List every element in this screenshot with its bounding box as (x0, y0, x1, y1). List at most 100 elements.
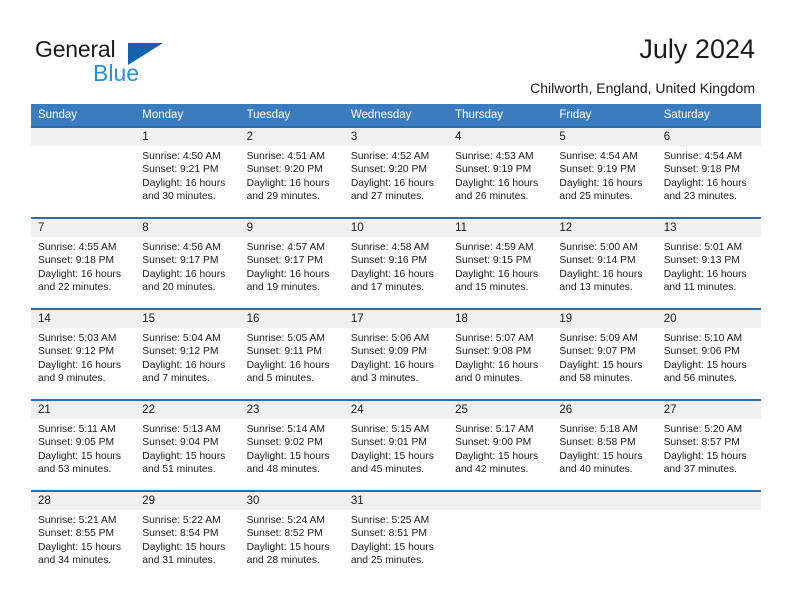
sunrise-text: Sunrise: 4:52 AM (350, 151, 430, 162)
daylight-text-line1: Daylight: 16 hours (246, 177, 330, 189)
daylight-text-line2: and 53 minutes. (38, 464, 112, 476)
day-cell[interactable]: 21 Sunrise: 5:11 AM Sunset: 9:05 PM Dayl… (31, 400, 136, 491)
day-cell[interactable]: 9 Sunrise: 4:57 AM Sunset: 9:17 PM Dayli… (239, 218, 344, 309)
day-cell[interactable]: 5 Sunrise: 4:54 AM Sunset: 9:19 PM Dayli… (552, 127, 657, 218)
day-cell[interactable]: 30 Sunrise: 5:24 AM Sunset: 8:52 PM Dayl… (239, 491, 344, 581)
day-cell[interactable]: 18 Sunrise: 5:07 AM Sunset: 9:08 PM Dayl… (448, 309, 553, 400)
day-details: Sunrise: 5:21 AM Sunset: 8:55 PM Dayligh… (31, 510, 135, 568)
day-cell[interactable]: 27 Sunrise: 5:20 AM Sunset: 8:57 PM Dayl… (656, 400, 761, 491)
sunset-text: Sunset: 8:54 PM (142, 528, 219, 540)
day-number: 26 (552, 401, 657, 419)
sunset-text: Sunset: 9:20 PM (246, 164, 323, 176)
day-details: Sunrise: 4:56 AM Sunset: 9:17 PM Dayligh… (135, 237, 239, 295)
day-number: 13 (656, 219, 761, 237)
day-details: Sunrise: 5:14 AM Sunset: 9:02 PM Dayligh… (240, 419, 344, 477)
sunrise-text: Sunrise: 5:22 AM (142, 515, 221, 526)
sunrise-text: Sunrise: 4:53 AM (455, 151, 534, 162)
daylight-text-line1: Daylight: 16 hours (455, 177, 539, 189)
day-number: 10 (343, 219, 449, 237)
day-details: Sunrise: 5:09 AM Sunset: 9:07 PM Dayligh… (552, 328, 656, 386)
weekday-header-row: Sunday Monday Tuesday Wednesday Thursday… (31, 104, 761, 127)
daylight-text-line2: and 29 minutes. (246, 191, 320, 203)
daylight-text-line1: Daylight: 16 hours (246, 268, 330, 280)
day-details: Sunrise: 5:00 AM Sunset: 9:14 PM Dayligh… (552, 237, 656, 295)
week-row: 14 Sunrise: 5:03 AM Sunset: 9:12 PM Dayl… (31, 309, 761, 400)
day-cell[interactable]: 26 Sunrise: 5:18 AM Sunset: 8:58 PM Dayl… (552, 400, 657, 491)
daylight-text-line1: Daylight: 16 hours (663, 177, 747, 189)
day-details: Sunrise: 5:04 AM Sunset: 9:12 PM Dayligh… (135, 328, 239, 386)
day-cell[interactable]: 15 Sunrise: 5:04 AM Sunset: 9:12 PM Dayl… (135, 309, 240, 400)
day-cell[interactable]: 13 Sunrise: 5:01 AM Sunset: 9:13 PM Dayl… (656, 218, 761, 309)
day-details: Sunrise: 5:07 AM Sunset: 9:08 PM Dayligh… (448, 328, 552, 386)
daylight-text-line1: Daylight: 16 hours (142, 359, 226, 371)
day-cell[interactable]: 2 Sunrise: 4:51 AM Sunset: 9:20 PM Dayli… (239, 127, 344, 218)
day-cell[interactable]: 7 Sunrise: 4:55 AM Sunset: 9:18 PM Dayli… (31, 218, 136, 309)
day-details: Sunrise: 4:57 AM Sunset: 9:17 PM Dayligh… (240, 237, 344, 295)
day-cell[interactable]: 31 Sunrise: 5:25 AM Sunset: 8:51 PM Dayl… (343, 491, 449, 581)
day-cell[interactable]: 17 Sunrise: 5:06 AM Sunset: 9:09 PM Dayl… (343, 309, 449, 400)
day-cell[interactable]: 22 Sunrise: 5:13 AM Sunset: 9:04 PM Dayl… (135, 400, 240, 491)
sunset-text: Sunset: 8:57 PM (663, 437, 740, 449)
day-number: 19 (552, 310, 657, 328)
day-cell[interactable]: 6 Sunrise: 4:54 AM Sunset: 9:18 PM Dayli… (656, 127, 761, 218)
sunrise-text: Sunrise: 4:57 AM (246, 242, 325, 253)
day-cell[interactable] (448, 491, 553, 581)
sunset-text: Sunset: 9:07 PM (559, 346, 636, 358)
day-cell[interactable]: 20 Sunrise: 5:10 AM Sunset: 9:06 PM Dayl… (656, 309, 761, 400)
day-number: 15 (135, 310, 240, 328)
sunrise-text: Sunrise: 5:10 AM (663, 333, 743, 344)
day-number: 31 (343, 492, 449, 510)
day-number: 6 (656, 128, 761, 146)
day-details: Sunrise: 5:11 AM Sunset: 9:05 PM Dayligh… (31, 419, 135, 477)
sunset-text: Sunset: 9:18 PM (38, 255, 115, 267)
day-cell[interactable]: 12 Sunrise: 5:00 AM Sunset: 9:14 PM Dayl… (552, 218, 657, 309)
daylight-text-line1: Daylight: 15 hours (559, 450, 643, 462)
sunset-text: Sunset: 9:12 PM (142, 346, 219, 358)
sunset-text: Sunset: 9:05 PM (38, 437, 115, 449)
week-row: 28 Sunrise: 5:21 AM Sunset: 8:55 PM Dayl… (31, 491, 761, 581)
daylight-text-line1: Daylight: 16 hours (559, 268, 643, 280)
sunrise-text: Sunrise: 4:56 AM (142, 242, 221, 253)
day-cell[interactable]: 3 Sunrise: 4:52 AM Sunset: 9:20 PM Dayli… (343, 127, 449, 218)
sunset-text: Sunset: 9:16 PM (350, 255, 427, 267)
day-number: 20 (656, 310, 761, 328)
general-blue-logo[interactable]: General Blue (35, 36, 235, 88)
daylight-text-line2: and 25 minutes. (559, 191, 633, 203)
day-cell[interactable] (552, 491, 657, 581)
day-cell[interactable]: 19 Sunrise: 5:09 AM Sunset: 9:07 PM Dayl… (552, 309, 657, 400)
sunset-text: Sunset: 8:55 PM (38, 528, 115, 540)
sunset-text: Sunset: 9:11 PM (246, 346, 322, 358)
sunset-text: Sunset: 9:08 PM (455, 346, 532, 358)
daylight-text-line2: and 30 minutes. (142, 191, 216, 203)
daylight-text-line2: and 11 minutes. (663, 282, 737, 294)
day-number (552, 492, 657, 510)
daylight-text-line2: and 48 minutes. (246, 464, 320, 476)
day-cell[interactable]: 29 Sunrise: 5:22 AM Sunset: 8:54 PM Dayl… (135, 491, 240, 581)
day-cell[interactable]: 25 Sunrise: 5:17 AM Sunset: 9:00 PM Dayl… (448, 400, 553, 491)
day-details: Sunrise: 4:59 AM Sunset: 9:15 PM Dayligh… (448, 237, 552, 295)
day-cell[interactable]: 4 Sunrise: 4:53 AM Sunset: 9:19 PM Dayli… (448, 127, 553, 218)
daylight-text-line2: and 42 minutes. (455, 464, 529, 476)
day-cell[interactable] (31, 127, 136, 218)
day-details: Sunrise: 5:25 AM Sunset: 8:51 PM Dayligh… (344, 510, 448, 568)
day-cell[interactable]: 24 Sunrise: 5:15 AM Sunset: 9:01 PM Dayl… (343, 400, 449, 491)
day-number (31, 128, 136, 146)
day-cell[interactable]: 14 Sunrise: 5:03 AM Sunset: 9:12 PM Dayl… (31, 309, 136, 400)
day-cell[interactable]: 8 Sunrise: 4:56 AM Sunset: 9:17 PM Dayli… (135, 218, 240, 309)
day-cell[interactable]: 1 Sunrise: 4:50 AM Sunset: 9:21 PM Dayli… (135, 127, 240, 218)
day-details: Sunrise: 5:03 AM Sunset: 9:12 PM Dayligh… (31, 328, 135, 386)
day-cell[interactable]: 23 Sunrise: 5:14 AM Sunset: 9:02 PM Dayl… (239, 400, 344, 491)
day-cell[interactable]: 28 Sunrise: 5:21 AM Sunset: 8:55 PM Dayl… (31, 491, 136, 581)
day-number: 17 (343, 310, 449, 328)
day-cell[interactable] (656, 491, 761, 581)
day-number (448, 492, 553, 510)
sunrise-text: Sunrise: 4:55 AM (38, 242, 117, 253)
day-cell[interactable]: 16 Sunrise: 5:05 AM Sunset: 9:11 PM Dayl… (239, 309, 344, 400)
daylight-text-line2: and 0 minutes. (455, 373, 523, 385)
day-details: Sunrise: 5:05 AM Sunset: 9:11 PM Dayligh… (240, 328, 344, 386)
day-cell[interactable]: 11 Sunrise: 4:59 AM Sunset: 9:15 PM Dayl… (448, 218, 553, 309)
sunrise-text: Sunrise: 5:21 AM (38, 515, 117, 526)
daylight-text-line1: Daylight: 16 hours (455, 359, 539, 371)
day-cell[interactable]: 10 Sunrise: 4:58 AM Sunset: 9:16 PM Dayl… (343, 218, 449, 309)
sunset-text: Sunset: 9:00 PM (455, 437, 532, 449)
